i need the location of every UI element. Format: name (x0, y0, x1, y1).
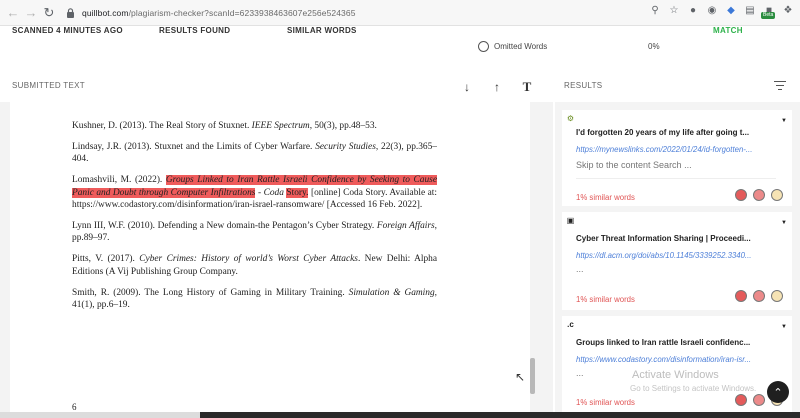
result-snippet: ... (576, 264, 584, 274)
document-scrollbar[interactable] (530, 358, 535, 394)
key-icon[interactable]: ⚲ (649, 4, 661, 16)
similarity-percent: 1% similar words (576, 295, 635, 304)
similarity-percent: 1% similar words (576, 398, 635, 407)
scan-stats: SCANNED 4 MINUTES AGO RESULTS FOUND SIMI… (0, 26, 560, 38)
windows-watermark-subtitle: Go to Settings to activate Windows. (630, 384, 757, 393)
reference-list: Kushner, D. (2013). The Real Story of St… (72, 120, 437, 320)
site-favicon-icon: .c (567, 320, 574, 329)
scroll-to-top-button[interactable]: ⌃ (767, 381, 789, 403)
dot-identical[interactable] (735, 394, 747, 406)
arrow-up-icon[interactable]: ↑ (489, 79, 505, 95)
dot-identical[interactable] (735, 189, 747, 201)
site-favicon-icon: ▣ (566, 216, 575, 225)
dot-paraphrased[interactable] (771, 189, 783, 201)
filter-icon[interactable] (774, 81, 786, 91)
result-title[interactable]: Cyber Threat Information Sharing | Proce… (576, 234, 776, 243)
taskbar-segment (0, 412, 200, 418)
matched-text-highlight-2[interactable]: Story. (286, 187, 309, 198)
similarity-percent: 1% similar words (576, 193, 635, 202)
star-icon[interactable]: ☆ (668, 4, 680, 16)
results-title: RESULTS (564, 81, 603, 90)
reference-pitts: Pitts, V. (2017). Cyber Crimes: History … (72, 254, 438, 277)
result-title[interactable]: Groups linked to Iran rattle Israeli con… (576, 338, 776, 347)
chevron-up-icon: ⌃ (773, 386, 783, 399)
shield-extension-icon[interactable]: ◆ (725, 4, 737, 16)
reference-lindsay: Lindsay, J.R. (2013). Stuxnet and the Li… (72, 141, 437, 165)
citation-style-dots (735, 189, 783, 201)
dot-minor-changes[interactable] (753, 290, 765, 302)
omitted-percent: 0% (648, 42, 660, 51)
address-bar[interactable]: quillbot.com/plagiarism-checker?scanId=6… (66, 3, 356, 23)
dot-minor-changes[interactable] (753, 394, 765, 406)
text-format-icon[interactable]: T (519, 79, 535, 95)
dot-paraphrased[interactable] (771, 290, 783, 302)
reference-lynn: Lynn III, W.F. (2010). Defending a New d… (72, 220, 437, 244)
result-card[interactable]: .c ▼ Groups linked to Iran rattle Israel… (562, 316, 792, 412)
panda-extension-icon[interactable]: ● (687, 4, 699, 16)
lock-icon (66, 7, 76, 18)
result-card[interactable]: ▣ ▼ Cyber Threat Information Sharing | P… (562, 212, 792, 310)
result-url[interactable]: https://dl.acm.org/doi/abs/10.1145/33392… (576, 251, 776, 260)
reference-smith: Smith, R. (2009). The Long History of Ga… (72, 287, 437, 310)
back-icon[interactable]: ← (4, 4, 22, 22)
browser-toolbar: ← → ↻ quillbot.com/plagiarism-checker?sc… (0, 0, 800, 26)
site-favicon-icon: ⚙ (566, 114, 575, 123)
expand-caret-icon[interactable]: ▼ (781, 118, 787, 124)
mouse-cursor-icon: ↖ (515, 370, 526, 384)
results-header: RESULTS (553, 76, 800, 100)
windows-watermark-title: Activate Windows (632, 369, 719, 381)
match-filter[interactable]: MATCH (713, 26, 743, 35)
result-card[interactable]: ⚙ ▼ I'd forgotten 20 years of my life af… (562, 110, 792, 206)
submitted-text-title: SUBMITTED TEXT (12, 81, 85, 90)
omitted-radio[interactable] (478, 41, 489, 52)
reference-lomashvili: Lomashvili, M. (2022). Groups Linked to … (72, 175, 438, 211)
result-url[interactable]: https://mynewslinks.com/2022/01/24/id-fo… (576, 145, 776, 154)
similar-words-label: SIMILAR WORDS (287, 26, 357, 35)
taskbar (0, 412, 800, 418)
scanned-label: SCANNED 4 MINUTES AGO (12, 26, 123, 35)
circle-extension-icon[interactable]: ◉ (706, 4, 718, 16)
beta-extension-icon[interactable]: ■ Beta (761, 4, 776, 19)
submitted-text-header: SUBMITTED TEXT ↓ ↑ T (0, 76, 553, 100)
page-extension-icon[interactable]: ▤ (744, 4, 756, 16)
results-found-label: RESULTS FOUND (159, 26, 231, 35)
arrow-down-icon[interactable]: ↓ (459, 79, 475, 95)
result-url[interactable]: https://www.codastory.com/disinformation… (576, 355, 776, 364)
forward-icon[interactable]: → (22, 4, 40, 22)
omitted-label: Omitted Words (494, 42, 548, 51)
divider (576, 178, 776, 179)
results-panel: ⚙ ▼ I'd forgotten 20 years of my life af… (555, 102, 800, 412)
omitted-words-option[interactable]: Omitted Words (478, 41, 547, 52)
reload-icon[interactable]: ↻ (40, 4, 58, 22)
expand-caret-icon[interactable]: ▼ (781, 220, 787, 226)
page-number: 6 (72, 402, 77, 412)
dot-minor-changes[interactable] (753, 189, 765, 201)
expand-caret-icon[interactable]: ▼ (781, 324, 787, 330)
reference-kushner: Kushner, D. (2013). The Real Story of St… (72, 121, 377, 131)
dot-identical[interactable] (735, 290, 747, 302)
puzzle-icon[interactable]: ❖ (782, 4, 794, 16)
result-snippet: Skip to the content Search ... (576, 160, 692, 170)
citation-style-dots (735, 290, 783, 302)
url-text: quillbot.com/plagiarism-checker?scanId=6… (82, 7, 356, 18)
result-title[interactable]: I'd forgotten 20 years of my life after … (576, 128, 776, 137)
